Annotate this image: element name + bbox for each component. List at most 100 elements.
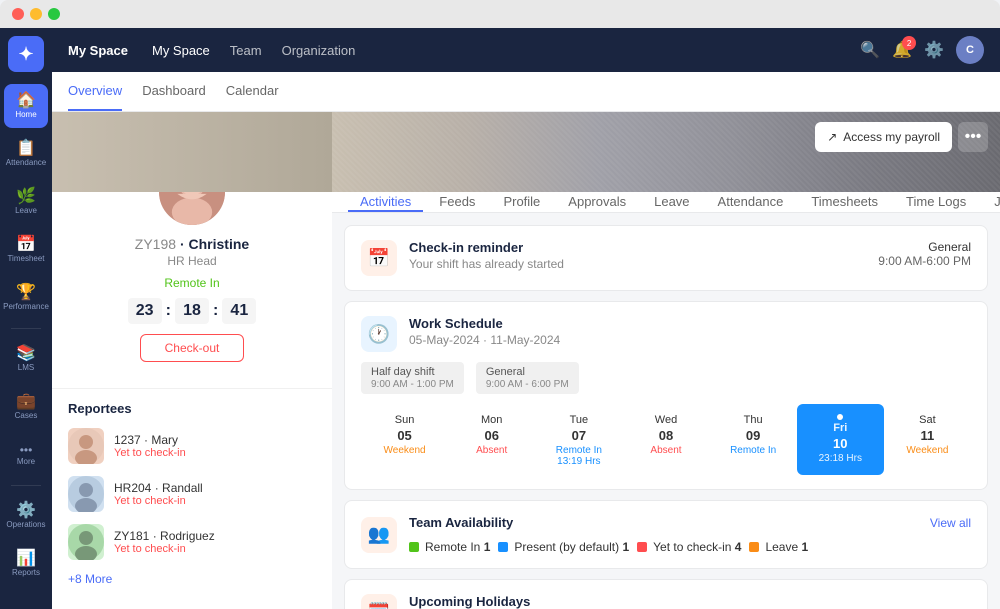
attendance-icon: 📋: [16, 141, 36, 157]
sidebar-item-performance[interactable]: 🏆 Performance: [4, 276, 48, 320]
profile-role: HR Head: [64, 254, 320, 268]
main-layout: ZY198 · Christine HR Head Remote In 23 :…: [52, 112, 1000, 609]
profile-timer: 23 : 18 : 41: [64, 298, 320, 324]
day-tue: Tue 07 Remote In 13:19 Hrs: [535, 404, 622, 475]
reportee-item-3: ZY181 · Rodriguez Yet to check-in: [68, 524, 316, 560]
sidebar-item-more[interactable]: ••• More: [4, 433, 48, 477]
payroll-button[interactable]: ↗ Access my payroll: [815, 122, 952, 152]
settings-icon[interactable]: ⚙️: [924, 40, 944, 60]
left-panel: ZY198 · Christine HR Head Remote In 23 :…: [52, 192, 332, 609]
checkout-button[interactable]: Check-out: [140, 334, 245, 362]
search-icon[interactable]: 🔍: [860, 40, 880, 60]
checkin-subtitle: Your shift has already started: [409, 257, 866, 271]
banner-actions: ↗ Access my payroll •••: [815, 122, 988, 152]
left-banner: [52, 112, 332, 192]
nav-brand: My Space: [68, 43, 128, 58]
reportee-1-status: Yet to check-in: [114, 447, 186, 459]
day-wed: Wed 08 Absent: [622, 404, 709, 475]
sidebar-item-reports[interactable]: 📊 Reports: [4, 542, 48, 586]
tab-attendance[interactable]: Attendance: [706, 192, 796, 212]
badge-leave: Leave 1: [749, 540, 808, 554]
lms-icon: 📚: [16, 346, 36, 362]
present-dot: [498, 542, 508, 552]
holidays-card: 🗓️ Upcoming Holidays Christmas 25 - Dec …: [344, 579, 988, 609]
sidebar-item-attendance[interactable]: 📋 Attendance: [4, 132, 48, 176]
nav-link-team[interactable]: Team: [230, 43, 262, 58]
reportee-2-status: Yet to check-in: [114, 495, 203, 507]
app-logo[interactable]: ✦: [8, 36, 44, 72]
sidebar-item-operations[interactable]: ⚙️ Operations: [4, 494, 48, 538]
reportee-avatar-3: [68, 524, 104, 560]
tab-timelogs[interactable]: Time Logs: [894, 192, 978, 212]
badge-present: Present (by default) 1: [498, 540, 629, 554]
reportee-avatar-1: [68, 428, 104, 464]
schedule-legend: Half day shift9:00 AM - 1:00 PM General9…: [361, 362, 971, 394]
performance-icon: 🏆: [16, 285, 36, 301]
team-avail-title: Team Availability: [409, 515, 513, 530]
reportee-3-status: Yet to check-in: [114, 543, 215, 555]
day-sat: Sat 11 Weekend: [884, 404, 971, 475]
checkin-right-time: 9:00 AM-6:00 PM: [878, 254, 971, 268]
maximize-button[interactable]: [48, 8, 60, 20]
nav-link-organization[interactable]: Organization: [282, 43, 356, 58]
reportee-item: 1237 · Mary Yet to check-in: [68, 428, 316, 464]
holiday-icon: 🗓️: [361, 594, 397, 609]
more-reportees-link[interactable]: +8 More: [68, 572, 316, 586]
notification-badge: 2: [902, 36, 916, 50]
sidebar-item-lms[interactable]: 📚 LMS: [4, 337, 48, 381]
timer-seconds: 41: [222, 298, 256, 324]
nav-link-myspace[interactable]: My Space: [152, 43, 210, 58]
notification-icon[interactable]: 🔔 2: [892, 40, 912, 60]
tab-activities[interactable]: Activities: [348, 192, 423, 212]
leave-dot: [749, 542, 759, 552]
tab-approvals[interactable]: Approvals: [556, 192, 638, 212]
team-avail-view-all[interactable]: View all: [930, 516, 971, 530]
reportee-1-name: 1237 · Mary: [114, 433, 186, 447]
today-dot: [837, 414, 843, 420]
timer-hours: 23: [128, 298, 162, 324]
tab-leave[interactable]: Leave: [642, 192, 701, 212]
sidebar-divider: [11, 328, 41, 329]
sidebar-divider-2: [11, 485, 41, 486]
operations-icon: ⚙️: [16, 503, 36, 519]
close-button[interactable]: [12, 8, 24, 20]
app-container: ✦ 🏠 Home 📋 Attendance 🌿 Leave 📅 Timeshee…: [0, 28, 1000, 609]
more-icon: •••: [20, 444, 33, 456]
home-icon: 🏠: [16, 93, 36, 109]
leave-icon: 🌿: [16, 189, 36, 205]
reportee-3-name: ZY181 · Rodriguez: [114, 529, 215, 543]
legend-general: General9:00 AM - 6:00 PM: [476, 362, 579, 394]
legend-halfday: Half day shift9:00 AM - 1:00 PM: [361, 362, 464, 394]
remote-in-dot: [409, 542, 419, 552]
window-chrome: [0, 0, 1000, 28]
checkin-card: 📅 Check-in reminder Your shift has alrea…: [344, 225, 988, 291]
top-nav: My Space My Space Team Organization 🔍 🔔 …: [52, 28, 1000, 72]
tab-feeds[interactable]: Feeds: [427, 192, 487, 212]
reportee-item-2: HR204 · Randall Yet to check-in: [68, 476, 316, 512]
subnav-overview[interactable]: Overview: [68, 72, 122, 111]
tab-profile[interactable]: Profile: [491, 192, 552, 212]
banner-more-button[interactable]: •••: [958, 122, 988, 152]
day-thu: Thu 09 Remote In: [710, 404, 797, 475]
holidays-title: Upcoming Holidays: [409, 594, 971, 609]
minimize-button[interactable]: [30, 8, 42, 20]
subnav-dashboard[interactable]: Dashboard: [142, 72, 206, 111]
subnav-calendar[interactable]: Calendar: [226, 72, 279, 111]
tab-jobs[interactable]: Jobs: [982, 192, 1000, 212]
tab-timesheets[interactable]: Timesheets: [799, 192, 890, 212]
day-mon: Mon 06 Absent: [448, 404, 535, 475]
checkin-title: Check-in reminder: [409, 240, 866, 255]
checkin-right-title: General: [878, 240, 971, 254]
user-avatar[interactable]: C: [956, 36, 984, 64]
sidebar-item-leave[interactable]: 🌿 Leave: [4, 180, 48, 224]
yet-to-checkin-dot: [637, 542, 647, 552]
checkin-icon: 📅: [361, 240, 397, 276]
sidebar-item-home[interactable]: 🏠 Home: [4, 84, 48, 128]
main-area: My Space My Space Team Organization 🔍 🔔 …: [52, 28, 1000, 609]
sidebar-item-cases[interactable]: 💼 Cases: [4, 385, 48, 429]
cases-icon: 💼: [16, 394, 36, 410]
schedule-card: 🕐 Work Schedule 05-May-2024 · 11-May-202…: [344, 301, 988, 490]
sidebar-item-timesheet[interactable]: 📅 Timesheet: [4, 228, 48, 272]
day-fri: Fri 10 23:18 Hrs: [797, 404, 884, 475]
team-availability-card: 👥 Team Availability View all Remote I: [344, 500, 988, 569]
